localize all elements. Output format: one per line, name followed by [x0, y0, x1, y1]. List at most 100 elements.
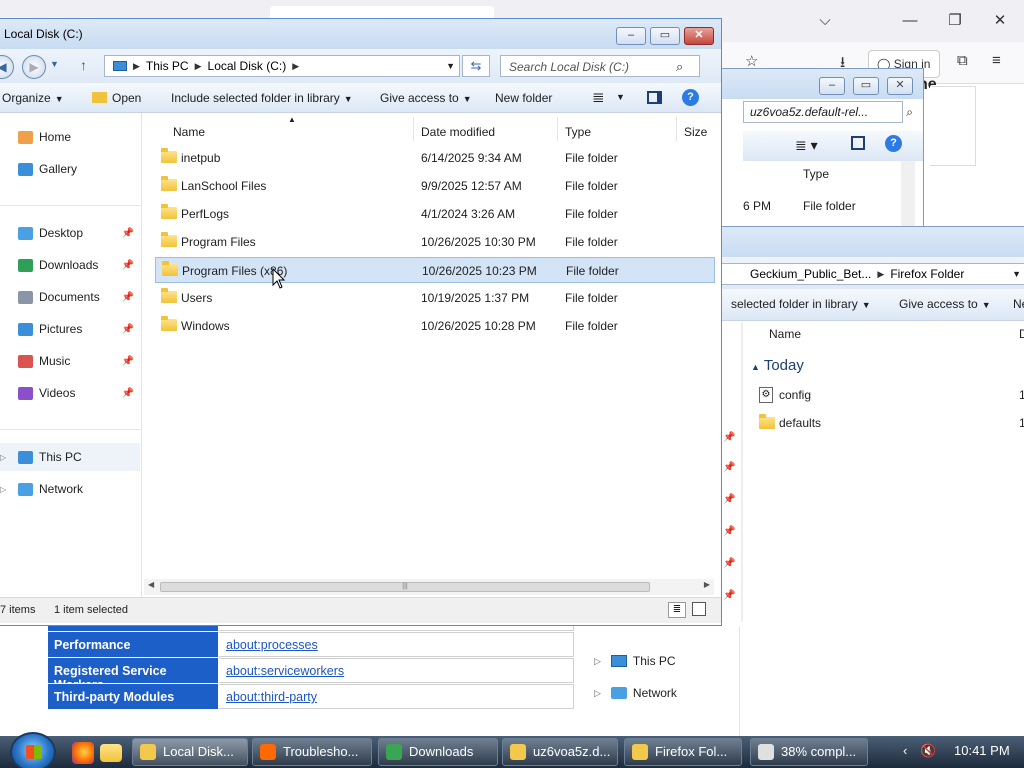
view-dropdown-icon[interactable]: ▼ — [616, 92, 625, 102]
column-divider[interactable] — [676, 117, 677, 141]
address-bar[interactable]: Geckium_Public_Bet... ▶ Firefox Folder ▼ — [721, 263, 1024, 285]
maximize-button[interactable]: ▭ — [650, 27, 680, 45]
type-column-header[interactable]: Type — [565, 125, 591, 139]
breadcrumb-part[interactable]: Geckium_Public_Bet... — [722, 267, 877, 281]
file-row[interactable]: Program Files 10/26/2025 10:30 PM File fol… — [155, 229, 715, 255]
include-in-library-menu[interactable]: selected folder in library ▼ — [731, 297, 871, 311]
help-icon[interactable]: ? — [885, 135, 902, 152]
nav-item-music[interactable]: Music 📌 — [0, 347, 140, 375]
start-button[interactable] — [10, 732, 56, 768]
nav-item-this-pc[interactable]: ▷ This PC — [0, 443, 140, 471]
taskbar-button[interactable]: Local Disk... — [132, 738, 248, 766]
nav-item-desktop[interactable]: Desktop 📌 — [0, 219, 140, 247]
preview-pane-icon[interactable] — [851, 136, 865, 150]
preview-pane-icon[interactable] — [647, 91, 662, 104]
close-button[interactable]: ✕ — [684, 27, 714, 45]
large-icons-view-icon[interactable] — [692, 602, 706, 616]
expand-icon[interactable]: ▷ — [594, 656, 601, 667]
file-row[interactable]: inetpub 6/14/2025 9:34 AM File folder — [155, 145, 715, 171]
about-link[interactable]: about:third-party — [226, 690, 317, 704]
vertical-scrollbar[interactable] — [901, 161, 915, 227]
firefox-icon[interactable] — [72, 742, 94, 764]
organize-menu[interactable]: Organize ▼ — [2, 91, 64, 105]
scroll-left-icon[interactable]: ◀ — [148, 580, 154, 589]
file-row[interactable]: Users 10/19/2025 1:37 PM File folder — [155, 285, 715, 311]
minimize-icon[interactable]: — — [895, 8, 925, 34]
name-column-header[interactable]: Name — [173, 125, 205, 139]
breadcrumb-separator-icon[interactable]: ▶ — [195, 61, 202, 72]
give-access-menu[interactable]: Give access to ▼ — [380, 91, 472, 105]
about-link[interactable]: about:processes — [226, 638, 318, 652]
horizontal-scrollbar[interactable]: ◀ ||| ▶ — [144, 579, 714, 595]
column-divider[interactable] — [557, 117, 558, 141]
breadcrumb-separator-icon[interactable]: ▶ — [133, 61, 140, 72]
expand-icon[interactable]: ▷ — [0, 453, 6, 462]
give-access-menu[interactable]: Give access to ▼ — [899, 297, 991, 311]
file-row[interactable]: LanSchool Files 9/9/2025 12:57 AM File fol… — [155, 173, 715, 199]
nav-item-videos[interactable]: Videos 📌 — [0, 379, 140, 407]
address-bar[interactable]: ▶ This PC ▶ Local Disk (C:) ▶ ▼ — [104, 55, 460, 77]
scroll-thumb[interactable]: ||| — [160, 582, 650, 592]
show-hidden-icons-icon[interactable]: ‹ — [903, 743, 907, 758]
refresh-button[interactable]: ⇆ — [462, 55, 490, 77]
file-row[interactable]: defaults 1 — [759, 413, 1024, 435]
breadcrumb-local-disk[interactable]: Local Disk (C:) — [202, 59, 293, 73]
profile-search-input[interactable]: uz6voa5z.default-rel... — [743, 101, 903, 123]
expand-icon[interactable]: ▷ — [594, 688, 601, 699]
close-button[interactable]: ✕ — [887, 77, 913, 95]
breadcrumb-this-pc[interactable]: This PC — [140, 59, 195, 73]
breadcrumb-separator-icon[interactable]: ▶ — [292, 61, 299, 72]
file-row[interactable]: PerfLogs 4/1/2024 3:26 AM File folder — [155, 201, 715, 227]
back-button[interactable]: ◀ — [0, 55, 14, 79]
nav-item-downloads[interactable]: Downloads 📌 — [0, 251, 140, 279]
scroll-right-icon[interactable]: ▶ — [704, 580, 710, 589]
extensions-icon[interactable]: ⧉ — [957, 52, 968, 69]
clock[interactable]: 10:41 PM — [954, 743, 1010, 758]
minimize-button[interactable]: – — [616, 27, 646, 45]
list-all-tabs-icon[interactable]: ⌵ — [810, 8, 840, 34]
nav-item-network[interactable]: ▷ Network — [594, 686, 677, 700]
include-in-library-menu[interactable]: Include selected folder in library ▼ — [171, 91, 353, 105]
nav-item-home[interactable]: Home — [0, 123, 140, 151]
nav-item-pictures[interactable]: Pictures 📌 — [0, 315, 140, 343]
name-column-header[interactable]: Name — [769, 327, 801, 341]
file-row[interactable]: Program Files (x86) 10/26/2025 10:23 PM Fi… — [155, 257, 715, 283]
close-icon[interactable]: ✕ — [985, 8, 1015, 34]
forward-button[interactable]: ▶ — [22, 55, 46, 79]
column-divider[interactable] — [413, 117, 414, 141]
details-view-icon[interactable]: ≣ — [668, 602, 686, 618]
type-column-header[interactable]: Type — [803, 167, 829, 181]
minimize-button[interactable]: – — [819, 77, 845, 95]
size-column-header[interactable]: Size — [684, 125, 707, 139]
about-link[interactable]: about:serviceworkers — [226, 664, 344, 678]
nav-item-network[interactable]: ▷ Network — [0, 475, 140, 503]
taskbar-button[interactable]: Troublesho... — [252, 738, 372, 766]
breadcrumb-part[interactable]: Firefox Folder — [884, 267, 970, 281]
up-arrow-icon[interactable]: ↑ — [80, 57, 87, 73]
taskbar-button[interactable]: Downloads — [378, 738, 498, 766]
open-button[interactable]: Open — [92, 91, 141, 105]
date-column-header[interactable]: D — [1019, 327, 1024, 341]
new-folder-button[interactable]: New folder — [495, 91, 552, 105]
view-options-icon[interactable]: ≣ ▾ — [795, 137, 818, 154]
address-dropdown-icon[interactable]: ▼ — [446, 61, 455, 71]
new-folder-button[interactable]: Ne — [1013, 297, 1024, 311]
breadcrumb-separator-icon[interactable]: ▶ — [877, 269, 884, 280]
nav-item-this-pc[interactable]: ▷ This PC — [594, 654, 676, 668]
file-explorer-icon[interactable] — [100, 744, 122, 762]
address-dropdown-icon[interactable]: ▼ — [1012, 269, 1021, 279]
nav-item-gallery[interactable]: Gallery — [0, 155, 140, 183]
view-options-icon[interactable]: ≣ — [592, 88, 605, 106]
recent-locations-icon[interactable]: ▼ — [50, 59, 59, 69]
file-row[interactable]: Windows 10/26/2025 10:28 PM File folder — [155, 313, 715, 339]
search-input[interactable]: Search Local Disk (C:) — [500, 55, 700, 77]
expand-icon[interactable]: ▷ — [0, 485, 6, 494]
group-header-today[interactable]: ▲ Today — [751, 357, 804, 374]
taskbar-button[interactable]: uz6voa5z.d... — [502, 738, 618, 766]
nav-item-documents[interactable]: Documents 📌 — [0, 283, 140, 311]
maximize-button[interactable]: ▭ — [853, 77, 879, 95]
file-row[interactable]: ⚙ config 1 — [759, 385, 1024, 407]
maximize-icon[interactable]: ❐ — [940, 8, 970, 34]
menu-icon[interactable]: ≡ — [992, 52, 1001, 69]
taskbar-button[interactable]: Firefox Fol... — [624, 738, 742, 766]
